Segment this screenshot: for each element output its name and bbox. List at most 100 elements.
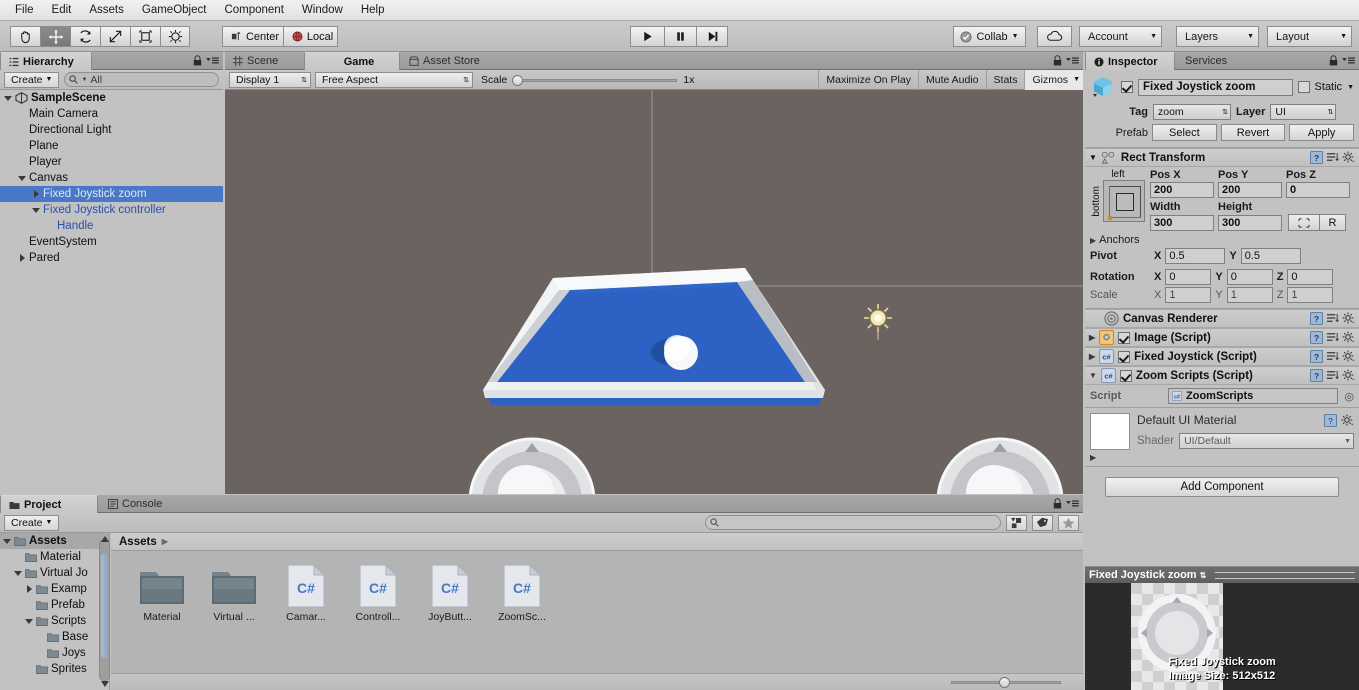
pivot-x-input[interactable]: 0.5 xyxy=(1165,248,1226,264)
scale-z-input[interactable]: 1 xyxy=(1287,287,1334,303)
shader-dropdown[interactable]: UI/Default ▼ xyxy=(1179,433,1354,449)
play-button[interactable] xyxy=(630,26,664,47)
project-create-button[interactable]: Create ▼ xyxy=(4,514,60,531)
asset-item[interactable]: C# Camar... xyxy=(277,564,335,623)
tab-console[interactable]: Console xyxy=(100,495,186,513)
foldout-closed-icon[interactable] xyxy=(32,190,43,198)
mute-audio-button[interactable]: Mute Audio xyxy=(917,69,986,90)
asset-grid[interactable]: Material Virtual ... C# Camar... C# Controll.… xyxy=(111,552,1083,673)
pause-button[interactable] xyxy=(664,26,696,47)
scale-tool-button[interactable] xyxy=(100,26,130,47)
filter-by-type-button[interactable] xyxy=(1006,514,1027,531)
menu-item-help[interactable]: Help xyxy=(352,1,394,19)
aspect-dropdown[interactable]: Free Aspect ⇅ xyxy=(315,71,473,88)
tab-scene[interactable]: Scene xyxy=(225,52,303,70)
preset-icon[interactable] xyxy=(1326,350,1339,363)
right-joystick[interactable] xyxy=(936,437,1064,494)
prefab-revert-button[interactable]: Revert xyxy=(1220,124,1286,141)
pos-z-input[interactable]: 0 xyxy=(1286,182,1350,198)
gear-icon[interactable] xyxy=(1342,350,1355,363)
foldout-arrow-icon[interactable]: ▼ xyxy=(1089,153,1097,162)
scale-y-input[interactable]: 1 xyxy=(1226,287,1273,303)
layers-button[interactable]: Layers ▼ xyxy=(1176,26,1259,47)
menu-item-gameobject[interactable]: GameObject xyxy=(133,1,216,19)
project-folder-base[interactable]: Base xyxy=(0,629,109,645)
left-joystick[interactable] xyxy=(468,437,596,494)
cloud-button[interactable] xyxy=(1037,26,1072,47)
hierarchy-item-plane[interactable]: Plane xyxy=(0,138,223,154)
layer-dropdown[interactable]: UI ⇅ xyxy=(1270,104,1337,120)
project-folder-tree[interactable]: Assets Material Virtual Jo Examp Prefab Scrip… xyxy=(0,533,110,690)
pivot-rotation-button[interactable]: Local xyxy=(283,26,338,47)
scale-slider[interactable] xyxy=(512,74,678,86)
hierarchy-panel-menu[interactable] xyxy=(193,55,219,66)
layout-button[interactable]: Layout ▼ xyxy=(1267,26,1352,47)
move-tool-button[interactable] xyxy=(40,26,70,47)
collab-button[interactable]: Collab ▼ xyxy=(953,26,1026,47)
hierarchy-item-canvas[interactable]: Canvas xyxy=(0,170,223,186)
tag-dropdown[interactable]: zoom ⇅ xyxy=(1153,104,1231,120)
material-foldout-arrow-icon[interactable]: ▶ xyxy=(1085,453,1359,462)
prefab-select-button[interactable]: Select xyxy=(1152,124,1217,141)
scroll-up-arrow-icon[interactable] xyxy=(99,534,110,543)
asset-item[interactable]: Virtual ... xyxy=(205,564,263,623)
foldout-closed-icon[interactable]: ▶ xyxy=(1089,333,1095,342)
project-folder-examp[interactable]: Examp xyxy=(0,581,109,597)
stats-button[interactable]: Stats xyxy=(985,69,1025,90)
hierarchy-item-eventsystem[interactable]: EventSystem xyxy=(0,234,223,250)
component-enabled-checkbox[interactable] xyxy=(1119,369,1132,382)
filter-by-label-button[interactable] xyxy=(1032,514,1053,531)
tab-project[interactable]: Project xyxy=(0,495,98,513)
preview-header[interactable]: Fixed Joystick zoom ⇅ xyxy=(1085,566,1359,583)
hierarchy-item-directional-light[interactable]: Directional Light xyxy=(0,122,223,138)
component-header-image-script[interactable]: ▶ Image (Script)? xyxy=(1085,328,1359,347)
grid-zoom-knob[interactable] xyxy=(999,677,1010,688)
project-folder-scripts[interactable]: Scripts xyxy=(0,613,109,629)
help-icon[interactable]: ? xyxy=(1310,350,1323,363)
project-folder-sprites[interactable]: Sprites xyxy=(0,661,109,677)
grid-zoom-slider[interactable] xyxy=(951,677,1061,688)
component-enabled-checkbox[interactable] xyxy=(1118,331,1131,344)
hierarchy-search-input[interactable]: ▼ All xyxy=(64,72,219,87)
project-folder-prefab[interactable]: Prefab xyxy=(0,597,109,613)
hierarchy-item-fixed-joystick-controller[interactable]: Fixed Joystick controller xyxy=(0,202,223,218)
width-input[interactable]: 300 xyxy=(1150,214,1214,231)
hierarchy-item-handle[interactable]: Handle xyxy=(0,218,223,234)
foldout-closed-icon[interactable] xyxy=(25,585,36,593)
foldout-closed-icon[interactable]: ▶ xyxy=(1089,352,1095,361)
project-tree-scrollbar[interactable] xyxy=(99,539,110,681)
object-name-input[interactable]: Fixed Joystick zoom xyxy=(1138,78,1293,96)
updown-icon[interactable]: ⇅ xyxy=(1200,571,1207,580)
tab-services[interactable]: Services xyxy=(1177,52,1257,70)
scale-slider-knob[interactable] xyxy=(512,74,524,86)
object-picker-icon[interactable]: ◎ xyxy=(1344,390,1354,403)
transform-tool-button[interactable] xyxy=(160,26,190,47)
pivot-mode-button[interactable]: Center xyxy=(222,26,283,47)
component-header-zoom-scripts-script[interactable]: ▼ c# Zoom Scripts (Script)? xyxy=(1085,366,1359,385)
rect-transform-header[interactable]: ▼ Rect Transform ? xyxy=(1085,148,1359,167)
gameview-panel-menu[interactable] xyxy=(1053,55,1079,66)
foldout-open-icon[interactable] xyxy=(3,537,14,545)
scale-x-input[interactable]: 1 xyxy=(1165,287,1212,303)
account-button[interactable]: Account ▼ xyxy=(1079,26,1162,47)
pos-x-input[interactable]: 200 xyxy=(1150,182,1214,198)
menu-item-file[interactable]: File xyxy=(6,1,43,19)
asset-item[interactable]: C# ZoomSc... xyxy=(493,564,551,623)
foldout-open-icon[interactable] xyxy=(4,94,15,102)
height-input[interactable]: 300 xyxy=(1218,214,1282,231)
maximize-on-play-button[interactable]: Maximize On Play xyxy=(818,69,918,90)
object-enabled-checkbox[interactable] xyxy=(1121,81,1133,93)
asset-item[interactable]: C# JoyButt... xyxy=(421,564,479,623)
foldout-open-icon[interactable] xyxy=(25,617,36,625)
rotate-tool-button[interactable] xyxy=(70,26,100,47)
preset-icon[interactable] xyxy=(1326,151,1339,164)
project-folder-material[interactable]: Material xyxy=(0,549,109,565)
hand-tool-button[interactable] xyxy=(10,26,40,47)
help-icon[interactable]: ? xyxy=(1324,413,1337,427)
component-enabled-checkbox[interactable] xyxy=(1118,350,1131,363)
project-folder-assets[interactable]: Assets xyxy=(0,533,109,549)
tab-hierarchy[interactable]: Hierarchy xyxy=(0,52,92,70)
tab-game[interactable]: Game xyxy=(304,52,400,70)
pivot-y-input[interactable]: 0.5 xyxy=(1240,248,1301,264)
gear-icon[interactable] xyxy=(1342,312,1355,325)
